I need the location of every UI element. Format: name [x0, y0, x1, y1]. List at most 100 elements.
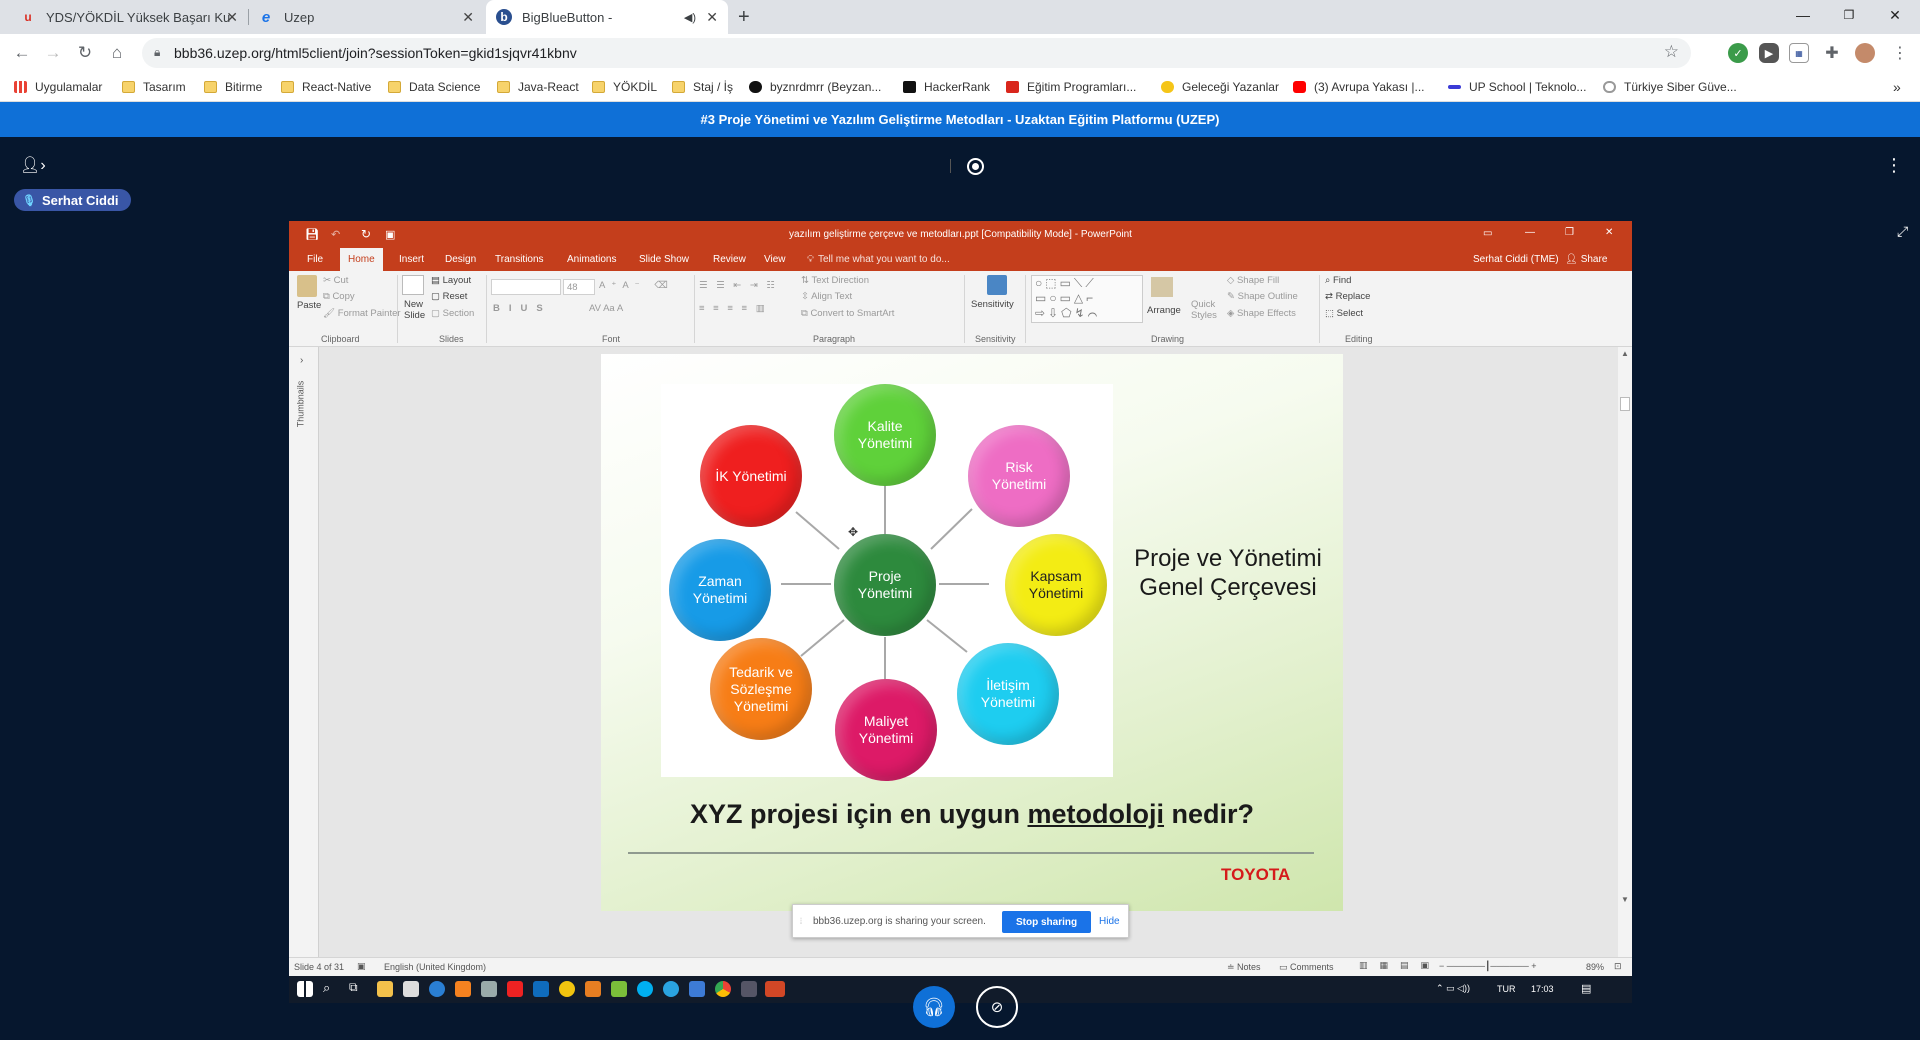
- close-window-button[interactable]: ✕: [1872, 0, 1918, 30]
- meeting-title: #3 Proje Yönetimi ve Yazılım Geliştirme …: [0, 102, 1920, 137]
- profile-avatar[interactable]: [1855, 43, 1875, 63]
- redo-icon: ↻: [361, 227, 372, 241]
- file-explorer-icon: [377, 981, 393, 997]
- home-icon[interactable]: ⌂: [106, 42, 128, 64]
- tab-yds[interactable]: u YDS/YÖKDİL Yüksek Başarı Kursu ✕: [10, 0, 249, 34]
- shared-taskbar: ⌕ ⧉ ⌃ ▭ ◁)) TUR 17:03 ▤: [289, 976, 1632, 1003]
- audio-playing-icon[interactable]: ◀): [684, 11, 696, 24]
- tab-title: Uzep: [284, 9, 315, 25]
- microphone-icon: 🎙︎: [22, 194, 36, 207]
- fullscreen-icon[interactable]: ⤢: [1897, 223, 1908, 240]
- gy-icon: [1161, 81, 1174, 93]
- undo-icon: ↶: [331, 229, 341, 241]
- close-tab-icon[interactable]: ✕: [226, 9, 238, 26]
- reload-icon[interactable]: ↻: [74, 42, 96, 64]
- edge-icon: [663, 981, 679, 997]
- github-icon: [749, 81, 762, 93]
- ppt-vertical-scrollbar: ▲ ▼: [1618, 347, 1632, 957]
- lightbulb-icon: 💡︎: [807, 254, 814, 265]
- ppt-status-bar: Slide 4 of 31 ▣ English (United Kingdom)…: [289, 957, 1632, 976]
- bookmark-tsg[interactable]: Türkiye Siber Güve...: [1603, 78, 1737, 96]
- bookmark-folder[interactable]: Data Science: [388, 78, 480, 96]
- close-tab-icon[interactable]: ✕: [706, 9, 718, 26]
- bookmark-folder[interactable]: Java-React: [497, 78, 579, 96]
- bookmark-egitim[interactable]: Eğitim Programları...: [1006, 78, 1136, 96]
- bookmark-upschool[interactable]: UP School | Teknolo...: [1448, 78, 1586, 96]
- udemy-icon: u: [24, 10, 32, 24]
- bubble-6: Zaman Yönetimi: [669, 539, 771, 641]
- lock-icon[interactable]: 🔒︎: [154, 45, 160, 60]
- shield-extension-icon[interactable]: ✓: [1728, 43, 1748, 63]
- calendar-extension-icon[interactable]: ▦: [1789, 43, 1809, 63]
- bookmark-folder[interactable]: Bitirme: [204, 78, 262, 96]
- new-tab-button[interactable]: +: [738, 6, 750, 29]
- address-bar[interactable]: 🔒︎ bbb36.uzep.org/html5client/join?sessi…: [142, 38, 1691, 68]
- hide-button[interactable]: Hide: [1099, 916, 1120, 927]
- font-spacing-icons: AV Aa A: [589, 303, 624, 314]
- slide-divider: [628, 852, 1314, 854]
- tab-bigbluebutton[interactable]: b BigBlueButton - ◀) ✕: [486, 0, 728, 34]
- input-language: TUR: [1497, 984, 1516, 994]
- new-slide-icon: [402, 275, 424, 295]
- hackerrank-icon: [903, 81, 916, 93]
- clock: 17:03: [1531, 984, 1554, 994]
- ppt-tab-insert: Insert: [399, 254, 425, 265]
- bookmark-youtube[interactable]: (3) Avrupa Yakası |...: [1293, 78, 1425, 96]
- powerpoint-icon: [765, 981, 785, 997]
- bookmark-gy[interactable]: Geleceği Yazanlar: [1161, 78, 1279, 96]
- presenter-badge[interactable]: 🎙︎ Serhat Ciddi: [14, 189, 131, 211]
- zoom-level: 89%: [1586, 962, 1605, 972]
- bookmarks-overflow[interactable]: »: [1893, 78, 1901, 96]
- tab-title: BigBlueButton -: [522, 9, 613, 25]
- share-camera-button[interactable]: ⊘: [976, 986, 1018, 1028]
- bookmark-star-icon[interactable]: ☆: [1664, 42, 1679, 62]
- convert-smartart-item: ⧉ Convert to SmartArt: [801, 308, 895, 319]
- minimize-button[interactable]: —: [1780, 0, 1826, 30]
- options-menu-icon[interactable]: ⋮: [1885, 155, 1903, 176]
- ppt-tab-animations: Animations: [567, 254, 617, 265]
- bookmark-folder[interactable]: YÖKDİL: [592, 78, 657, 96]
- copy-item: ⧉ Copy: [323, 291, 355, 302]
- quick-styles-label: Quick Styles: [1191, 299, 1217, 321]
- sensitivity-label: Sensitivity: [971, 299, 1014, 310]
- restore-button[interactable]: ❐: [1826, 0, 1872, 30]
- browser-menu-icon[interactable]: ⋮: [1890, 43, 1910, 63]
- arrange-icon: [1151, 277, 1173, 297]
- thumbnails-label: Thumbnails: [295, 380, 306, 428]
- slide: Proje Yönetimi Kalite Yönetimi Risk Yöne…: [601, 354, 1343, 911]
- close-tab-icon[interactable]: ✕: [462, 9, 474, 26]
- tsg-icon: [1603, 81, 1616, 93]
- video-extension-icon[interactable]: ▶: [1759, 43, 1779, 63]
- app-icon: [611, 981, 627, 997]
- apps-grid-icon: [14, 81, 27, 93]
- list-icons: ☰ ☰ ⇤ ⇥ ☷: [699, 280, 779, 291]
- ppt-title-bar: 💾︎ ↶ ↻ ▣ yazılım geliştirme çerçeve ve m…: [289, 221, 1632, 248]
- extensions-puzzle-icon[interactable]: ✚: [1822, 43, 1842, 63]
- bookmark-github[interactable]: byznrdmrr (Beyzan...: [749, 78, 881, 96]
- audio-headphones-button[interactable]: 🎧︎: [913, 986, 955, 1028]
- bubble-7: İK Yönetimi: [700, 425, 802, 527]
- bigbluebutton-icon: b: [496, 9, 512, 25]
- shared-screen: 💾︎ ↶ ↻ ▣ yazılım geliştirme çerçeve ve m…: [289, 221, 1632, 976]
- forward-icon[interactable]: →: [42, 42, 64, 64]
- users-toggle-icon[interactable]: 👤︎›: [20, 155, 46, 175]
- sensitivity-icon: [987, 275, 1007, 295]
- record-icon[interactable]: [967, 158, 984, 175]
- present-icon: ▣: [385, 229, 396, 241]
- folder-icon: [122, 81, 135, 93]
- bookmark-apps[interactable]: Uygulamalar: [14, 78, 102, 96]
- stop-sharing-button[interactable]: Stop sharing: [1002, 911, 1092, 933]
- font-grow-icons: A⁺A⁻ ⌫: [599, 280, 674, 291]
- ppt-close-icon: ✕: [1605, 227, 1614, 238]
- shapes-gallery: ○⬚▭⟍⟋ ▭○▭△⌐ ⇨⇩⬠↯⌒: [1031, 275, 1143, 323]
- view-buttons: ▥▦▤▣: [1359, 960, 1442, 970]
- font-size-box: 48: [563, 279, 595, 295]
- tab-uzep[interactable]: e Uzep ✕: [248, 0, 484, 34]
- bookmark-hackerrank[interactable]: HackerRank: [903, 78, 990, 96]
- group-paragraph: Paragraph: [813, 334, 856, 344]
- bookmark-folder[interactable]: Staj / İş: [672, 78, 733, 96]
- bookmark-folder[interactable]: React-Native: [281, 78, 371, 96]
- ppt-window-title: yazılım geliştirme çerçeve ve metodları.…: [789, 229, 1132, 240]
- bookmark-folder[interactable]: Tasarım: [122, 78, 186, 96]
- back-icon[interactable]: ←: [11, 42, 33, 64]
